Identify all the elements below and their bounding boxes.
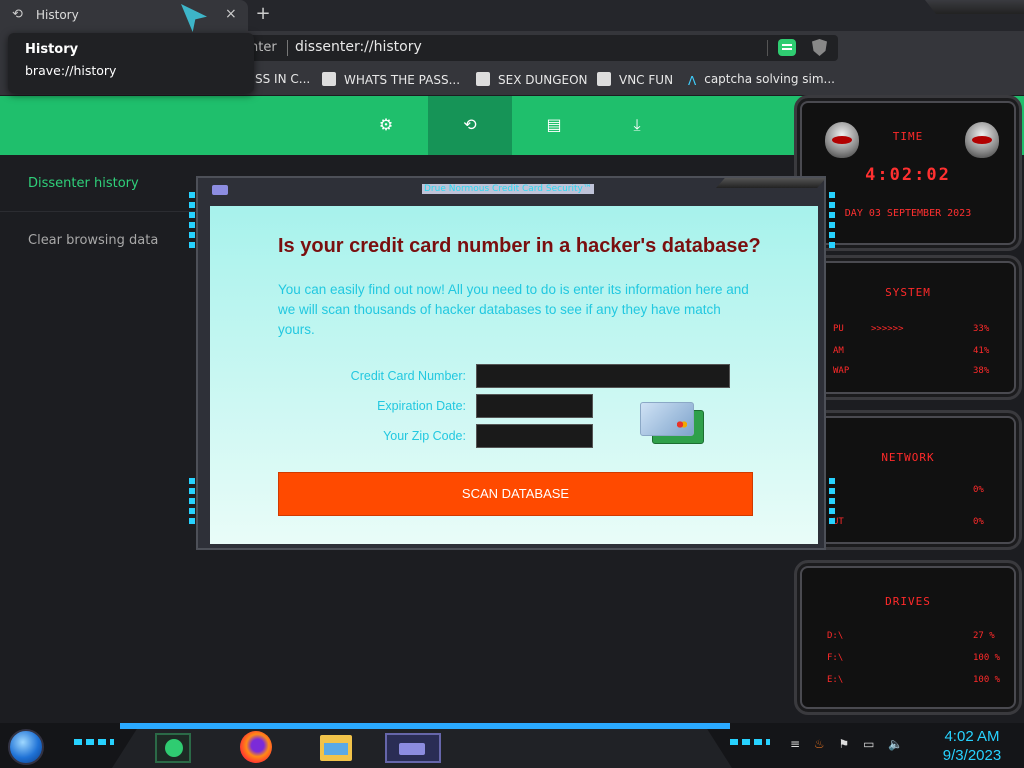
bookmark-icon: Λ (688, 74, 697, 88)
history-icon[interactable]: ⟲ (461, 116, 479, 134)
drive-f-label: F:\ (827, 653, 844, 663)
window-content: Is your credit card number in a hacker's… (210, 206, 818, 544)
brave-shield-icon[interactable] (812, 39, 827, 56)
notes-app-icon[interactable] (155, 733, 191, 763)
url-field[interactable]: nter dissenter://history (240, 35, 838, 61)
url-separator (287, 40, 288, 56)
java-update-icon[interactable]: ♨ (814, 737, 825, 751)
gadget-clock: 4:02:02 (865, 165, 951, 185)
network-title: NETWORK (881, 451, 935, 464)
scam-window-taskbar-icon[interactable] (385, 733, 441, 763)
bookmark-item[interactable]: VNC FUN (597, 72, 673, 87)
net-out-value: 0% (973, 517, 984, 527)
bookmark-icon (476, 72, 490, 86)
settings-icon[interactable]: ⚙ (377, 116, 395, 134)
taskbar-time: 4:02 AM (944, 728, 1000, 745)
window-decoration (925, 0, 1024, 14)
credit-card-number-input[interactable] (476, 364, 730, 388)
page-heading: Is your credit card number in a hacker's… (278, 235, 761, 257)
window-title: Drue Normous Credit Card Security™ (422, 184, 594, 194)
action-center-flag-icon[interactable]: ⚑ (838, 737, 849, 751)
time-title: TIME (892, 130, 924, 143)
bookmark-item[interactable]: WHATS THE PASS... (322, 72, 460, 87)
window-icon (212, 185, 228, 195)
firefox-icon[interactable] (240, 731, 272, 763)
window-title-decoration (716, 178, 826, 188)
tab-history[interactable]: ⟲ History × (0, 0, 248, 31)
tab-strip: ⟲ History × + (0, 0, 1024, 31)
url-divider (767, 40, 768, 56)
blue-card (640, 402, 694, 436)
taskbar-led-strip (730, 739, 770, 745)
drive-e-value: 100 % (973, 675, 1001, 685)
network-icon[interactable]: ▭ (863, 737, 874, 751)
file-explorer-icon[interactable] (320, 735, 352, 761)
sidebar-item-clear-browsing-data[interactable]: Clear browsing data (28, 233, 158, 248)
sidebar-divider (0, 211, 200, 212)
ram-label: AM (833, 346, 844, 356)
drives-title: DRIVES (885, 595, 931, 608)
drive-e-label: E:\ (827, 675, 844, 685)
sidebar-item-dissenter-history[interactable]: Dissenter history (28, 176, 139, 191)
bookmark-item[interactable]: SS IN C... (255, 72, 310, 86)
new-tab-button[interactable]: + (252, 3, 274, 25)
credit-card-number-label: Credit Card Number: (350, 369, 466, 383)
zip-code-input[interactable] (476, 424, 593, 448)
window-led-strip (189, 478, 195, 524)
taskbar-accent (120, 723, 730, 729)
cpu-label: PU (833, 324, 844, 334)
taskbar-clock[interactable]: 4:02 AM 9/3/2023 (930, 727, 1014, 765)
description-text: You can easily find out now! All you nee… (278, 282, 749, 337)
dissenter-comments-icon[interactable] (778, 39, 796, 56)
credit-cards-image (640, 402, 706, 448)
window-led-strip (189, 192, 195, 250)
show-hidden-icons-icon[interactable]: ≡ (790, 737, 800, 751)
bookmark-icon (322, 72, 336, 86)
start-button[interactable] (8, 729, 44, 765)
drive-d-label: D:\ (827, 631, 844, 641)
cpu-bar: >>>>>> (871, 324, 904, 334)
ram-value: 41% (973, 346, 990, 356)
taskbar: ≡ ♨ ⚑ ▭ 🔈 4:02 AM 9/3/2023 (0, 723, 1024, 768)
taskbar-led-strip (74, 739, 114, 745)
close-tab-icon[interactable]: × (225, 6, 237, 22)
url-text: dissenter://history (295, 39, 422, 55)
swap-value: 38% (973, 366, 990, 376)
net-in-value: 0% (973, 485, 984, 495)
drives-gadget: DRIVES D:\ 27 % F:\ 100 % E:\ 100 % (794, 560, 1022, 715)
expiration-date-input[interactable] (476, 394, 593, 418)
tab-hover-card: History brave://history (8, 33, 254, 93)
bookmark-item[interactable]: Λcaptcha solving sim... (688, 72, 835, 88)
hover-card-url: brave://history (25, 63, 117, 78)
downloads-icon[interactable]: ⤓ (628, 116, 646, 134)
scan-database-button[interactable]: SCAN DATABASE (278, 472, 753, 516)
swap-label: WAP (833, 366, 850, 376)
tab-title: History (36, 8, 79, 22)
bookmark-icon (597, 72, 611, 86)
history-icon: ⟲ (12, 7, 23, 22)
taskbar-date: 9/3/2023 (942, 747, 1002, 764)
drive-f-value: 100 % (973, 653, 1001, 663)
bookmark-item[interactable]: SEX DUNGEON (476, 72, 588, 87)
cpu-value: 33% (973, 324, 990, 334)
credit-card-scam-window: Drue Normous Credit Card Security™ Is yo… (189, 176, 835, 550)
url-prefix: nter (250, 40, 277, 55)
window-led-strip (829, 478, 835, 524)
expiration-date-label: Expiration Date: (377, 399, 466, 413)
system-title: SYSTEM (885, 286, 931, 299)
drive-d-value: 27 % (973, 631, 995, 641)
volume-icon[interactable]: 🔈 (888, 737, 903, 751)
window-led-strip (829, 192, 835, 250)
system-tray: ≡ ♨ ⚑ ▭ 🔈 (790, 737, 913, 751)
zip-code-label: Your Zip Code: (383, 429, 466, 443)
system-gadget: SYSTEM PU >>>>>> 33% AM 41% WAP 38% (794, 255, 1022, 400)
bookmarks-icon[interactable]: ▤ (545, 116, 563, 134)
hover-card-title: History (25, 42, 79, 57)
